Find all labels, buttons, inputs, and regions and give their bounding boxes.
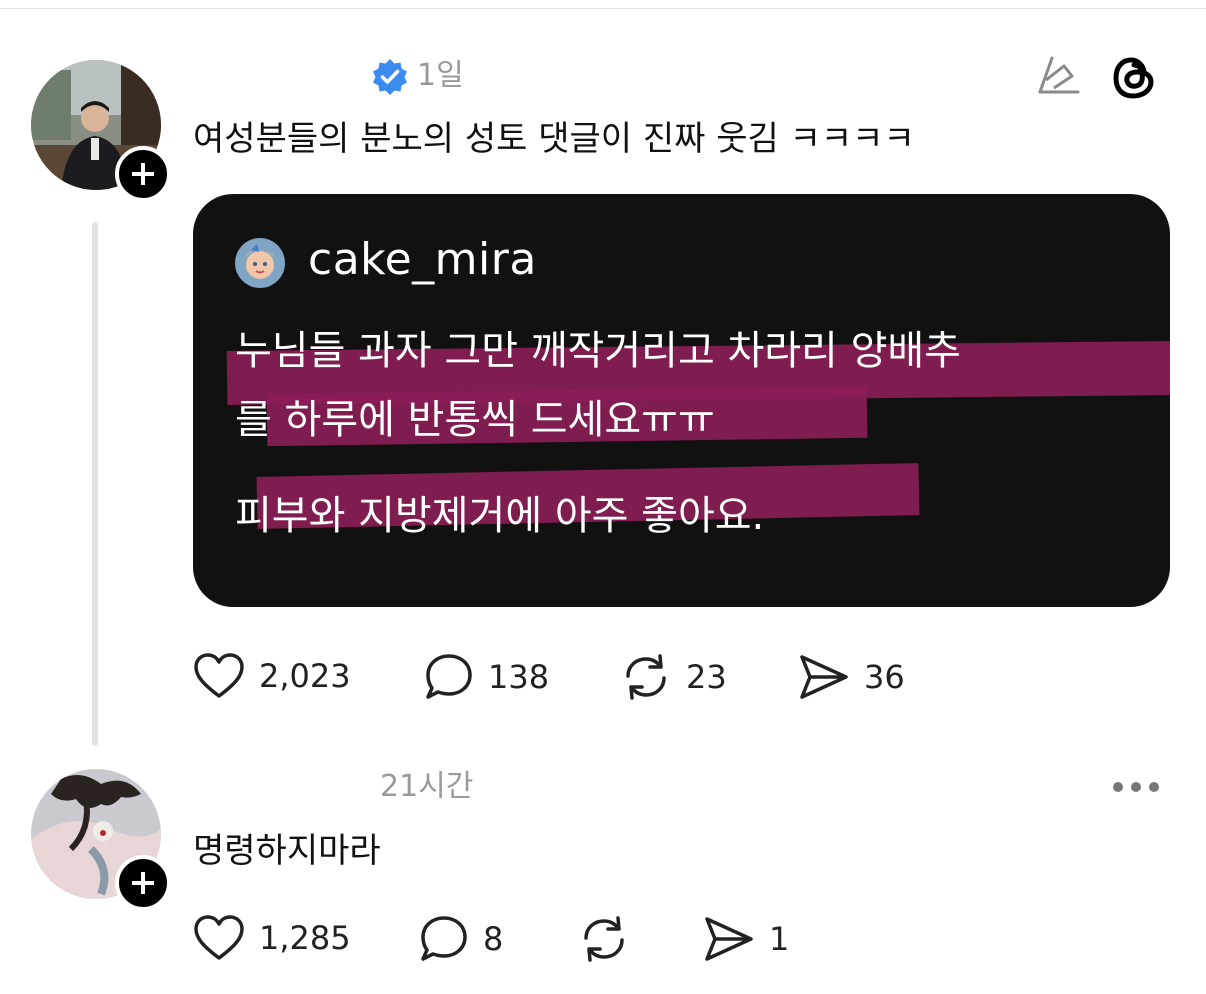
like-count: 2,023	[259, 657, 351, 695]
heart-icon	[194, 653, 244, 698]
quoted-text-line-1: 누님들 과자 그만 깨작거리고 차라리 양배추	[235, 328, 961, 374]
quoted-text-line-3: 피부와 지방제거에 아주 좋아요.	[235, 493, 765, 539]
reply-time: 21시간	[380, 769, 474, 804]
reply-reply-count: 8	[483, 920, 504, 958]
quoted-user-avatar	[235, 238, 285, 288]
post-text: 여성분들의 분노의 성토 댓글이 진짜 웃김 ㅋㅋㅋㅋ	[193, 119, 915, 159]
repost-icon	[584, 916, 624, 962]
reply-text: 명령하지마라	[193, 831, 381, 871]
verified-badge-icon	[373, 59, 407, 95]
share-count: 36	[864, 658, 905, 696]
send-icon	[800, 655, 848, 699]
reply-repost-button[interactable]	[578, 914, 630, 964]
reply-reply-button[interactable]: 8	[419, 914, 503, 964]
reply-share-button[interactable]: 1	[703, 914, 789, 964]
quoted-username: cake_mira	[308, 234, 537, 285]
plus-icon	[132, 872, 154, 894]
like-button[interactable]: 2,023	[193, 652, 351, 700]
reply-follow-button[interactable]	[115, 855, 171, 911]
comment-icon	[421, 916, 467, 961]
repost-count: 23	[686, 658, 727, 696]
repost-icon	[626, 654, 666, 700]
reply-like-count: 1,285	[259, 919, 351, 957]
reply-button[interactable]: 138	[424, 652, 549, 702]
share-button[interactable]: 36	[798, 652, 905, 702]
reply-like-button[interactable]: 1,285	[193, 914, 351, 962]
follow-button[interactable]	[115, 146, 171, 202]
reply-count: 138	[488, 658, 550, 696]
quoted-post-card[interactable]: cake_mira 누님들 과자 그만 깨작거리고 차라리 양배추 를 하루에 …	[193, 194, 1170, 607]
thread-line	[92, 222, 98, 746]
plus-icon	[132, 163, 154, 185]
repost-button[interactable]: 23	[620, 652, 727, 702]
comment-icon	[426, 654, 472, 699]
top-divider	[0, 8, 1206, 9]
send-icon	[705, 917, 753, 961]
quoted-text-line-2: 를 하루에 반통씩 드세요ㅠㅠ	[235, 397, 715, 443]
threads-logo-icon[interactable]	[1110, 53, 1158, 103]
post-time: 1일	[417, 58, 464, 93]
translate-icon[interactable]	[1034, 52, 1084, 102]
heart-icon	[194, 915, 244, 960]
more-options-icon[interactable]	[1113, 782, 1159, 792]
reply-share-count: 1	[769, 920, 790, 958]
